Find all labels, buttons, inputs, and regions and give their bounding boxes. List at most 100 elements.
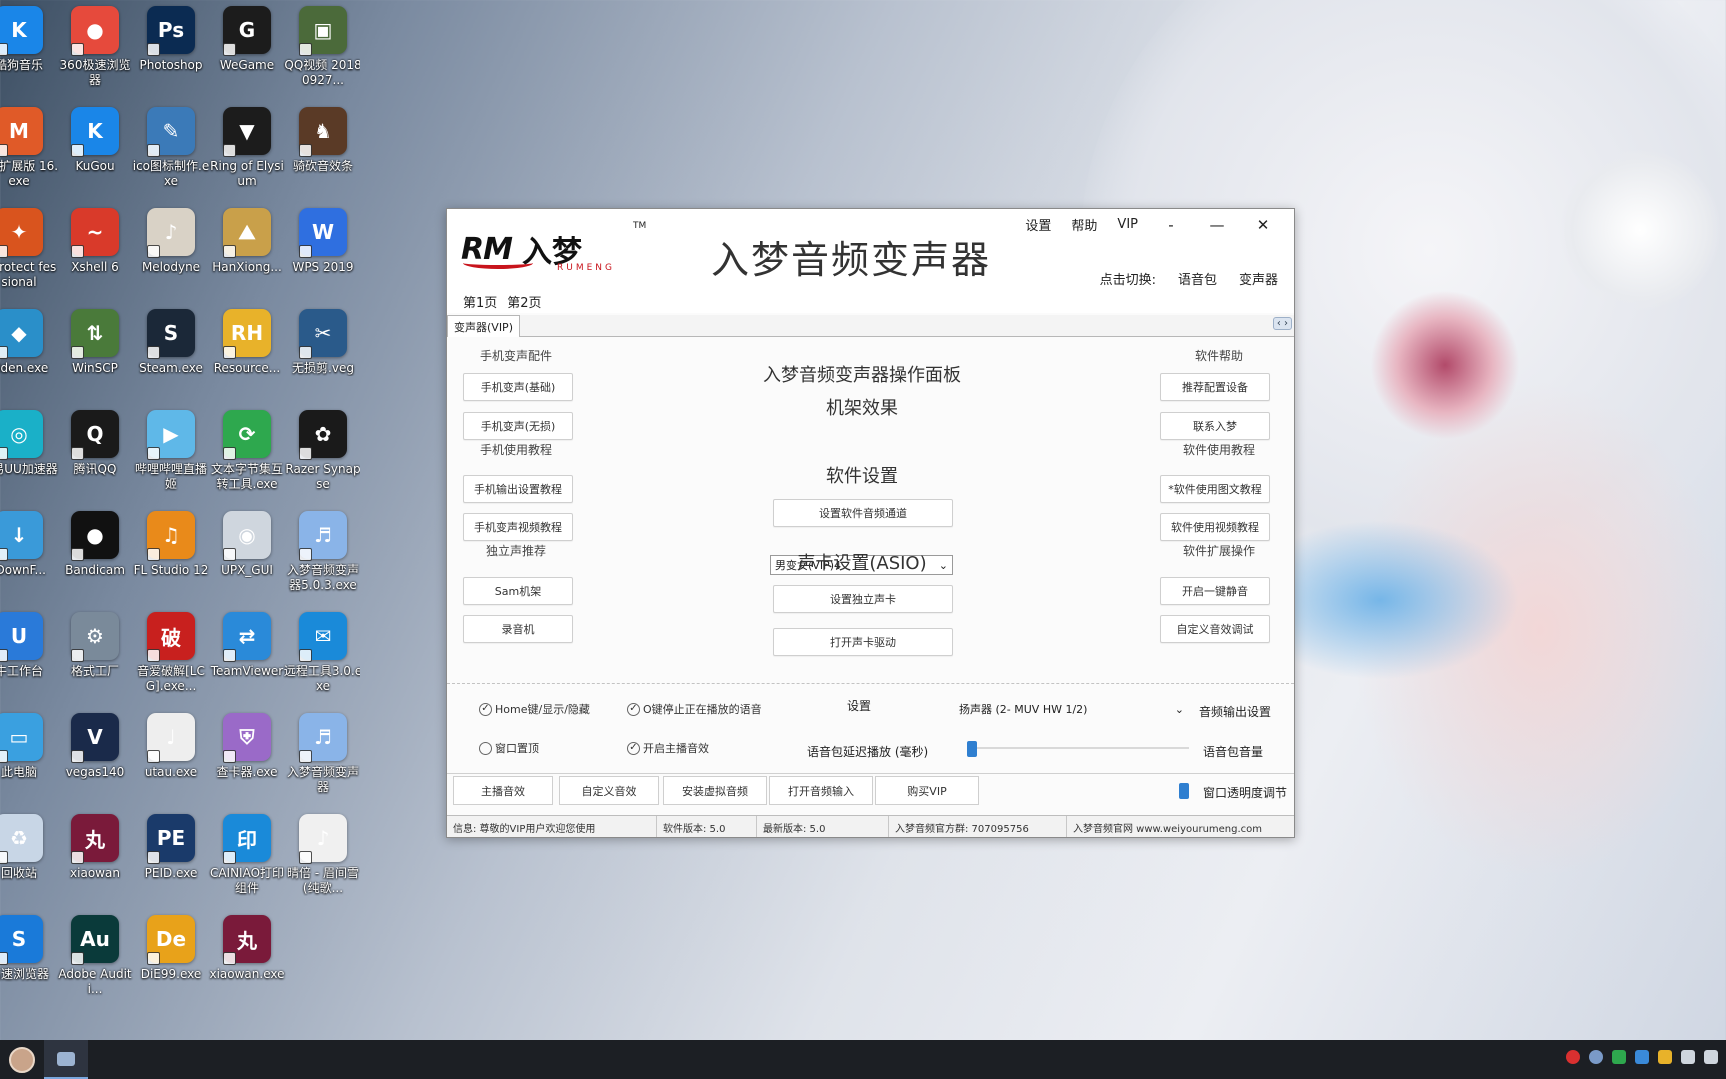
desktop-icon[interactable]: 丸 xiaowan (57, 814, 133, 881)
delay-slider[interactable] (967, 741, 1189, 757)
text-tutorial-button[interactable]: *软件使用图文教程 (1160, 475, 1270, 503)
collapse-button[interactable]: - (1148, 214, 1194, 236)
desktop-icon[interactable]: ⟳ 文本字节集互转工具.exe (209, 410, 285, 492)
desktop-icon[interactable]: S 高速浏览器 (0, 915, 57, 982)
anchor-effect-checkbox[interactable]: ✓ 开启主播音效 (627, 740, 709, 756)
open-audio-input-button[interactable]: 打开音频输入 (769, 776, 873, 805)
desktop-icon[interactable]: ⛰ HanXiong... (209, 208, 285, 275)
desktop-icon[interactable]: ⚙ 格式工厂 (57, 612, 133, 679)
page-1[interactable]: 第1页 (463, 292, 497, 311)
desktop-icon[interactable]: ⇅ WinSCP (57, 309, 133, 376)
status-website[interactable]: 入梦音频官网 www.weiyourumeng.com (1067, 816, 1294, 837)
desktop-icon[interactable]: ✎ ico图标制作.exe (133, 107, 209, 189)
desktop-icon[interactable]: ● Bandicam (57, 511, 133, 578)
desktop-icon[interactable]: 印 CAINIAO打印组件 (209, 814, 285, 896)
desktop-icon[interactable]: S Steam.exe (133, 309, 209, 376)
desktop-icon[interactable]: ▣ QQ视频 20180927... (284, 6, 360, 88)
desktop-icon[interactable]: ♪ 晴倍 - 眉间雪 (纯歌... (285, 814, 360, 896)
desktop-icon[interactable]: ◉ UPX_GUI (209, 511, 285, 578)
topmost-checkbox[interactable]: 窗口置顶 (479, 740, 539, 756)
desktop-icon[interactable]: K 酷狗音乐 (0, 6, 57, 73)
app-tray-icon[interactable] (1589, 1050, 1603, 1064)
qq-tray-icon[interactable] (1658, 1050, 1672, 1064)
shield-icon[interactable] (1635, 1050, 1649, 1064)
desktop-icon[interactable]: Au Adobe Auditi... (57, 915, 133, 997)
desktop-icon[interactable]: ↓ IDownF... (0, 511, 57, 578)
desktop-icon[interactable]: ♞ 骑砍音效条 (285, 107, 360, 174)
green-tray-icon[interactable] (1612, 1050, 1626, 1064)
install-virtual-audio-button[interactable]: 安装虚拟音频 (663, 776, 767, 805)
desktop-icon[interactable]: 破音爱破解[LCG].exe... (133, 612, 209, 694)
phone-video-tutorial-button[interactable]: 手机变声视频教程 (463, 513, 573, 541)
start-button[interactable] (0, 1040, 44, 1079)
custom-effect-button[interactable]: 自定义音效 (559, 776, 659, 805)
recorder-button[interactable]: 录音机 (463, 615, 573, 643)
menu-settings[interactable]: 设置 (1015, 213, 1061, 236)
nav-voicepack[interactable]: 语音包 (1178, 269, 1217, 288)
desktop-icon[interactable]: ⛨ 查卡器.exe (209, 713, 285, 780)
desktop-icon[interactable]: ✿ Razer Synapse (285, 410, 360, 492)
desktop-icon[interactable]: K KuGou (57, 107, 133, 174)
desktop-icon[interactable]: W WPS 2019 (285, 208, 360, 275)
sam-rack-button[interactable]: Sam机架 (463, 577, 573, 605)
desktop-icon-label: CAINIAO打印组件 (209, 866, 285, 895)
phone-basic-button[interactable]: 手机变声(基础) (463, 373, 573, 401)
desktop-icon[interactable]: ♪ Melodyne (133, 208, 209, 275)
desktop-icon[interactable]: U 牛工作台 (0, 612, 57, 679)
tab-changer-vip[interactable]: 变声器(VIP) (447, 315, 520, 337)
o-key-checkbox[interactable]: ✓ O键停止正在播放的语音 (627, 701, 762, 717)
desktop-icon[interactable]: ▭ 此电脑 (0, 713, 57, 780)
speaker-select[interactable]: 扬声器 (2- MUV HW 1/2) ⌄ (955, 699, 1188, 719)
buy-vip-button[interactable]: 购买VIP (875, 776, 979, 805)
desktop-icon[interactable]: ✦MProtect fessional (0, 208, 57, 290)
desktop-icon[interactable]: ◆ elden.exe (0, 309, 57, 376)
desktop-icon[interactable]: ✉ 远程工具3.0.exe (284, 612, 360, 694)
desktop-icon[interactable]: G WeGame (209, 6, 285, 73)
desktop-icon[interactable]: De DiE99.exe (133, 915, 209, 982)
desktop-icon[interactable]: ♩ utau.exe (133, 713, 209, 780)
audio-channel-button[interactable]: 设置软件音频通道 (773, 499, 953, 527)
desktop-icon[interactable]: ⇄ TeamViewer (209, 612, 285, 679)
volume-icon[interactable] (1704, 1050, 1718, 1064)
desktop-icon[interactable]: ~ Xshell 6 (57, 208, 133, 275)
desktop-icon[interactable]: ♬ 入梦音频变声器5.0.3.exe (285, 511, 360, 593)
desktop-icon[interactable]: ▼ Ring of Elysium (209, 107, 285, 189)
nav-changer[interactable]: 变声器 (1239, 269, 1278, 288)
desktop-icon[interactable]: PE PEID.exe (133, 814, 209, 881)
desktop-icon[interactable]: ✂ 无损剪.veg (285, 309, 360, 376)
soundcard-button[interactable]: 设置独立声卡 (773, 585, 953, 613)
desktop-icon[interactable]: ◎ 网易UU加速器 (0, 410, 58, 477)
anchor-effect-button[interactable]: 主播音效 (453, 776, 553, 805)
slider-thumb[interactable] (967, 741, 977, 757)
recommended-device-button[interactable]: 推荐配置设备 (1160, 373, 1270, 401)
close-button[interactable]: ✕ (1240, 214, 1286, 236)
desktop-icon[interactable]: Mmp扩展版 16.exe (0, 107, 58, 189)
open-driver-button[interactable]: 打开声卡驱动 (773, 628, 953, 656)
desktop-icon[interactable]: Ps Photoshop (133, 6, 209, 73)
desktop-icon[interactable]: ♬ 入梦音频变声器 (285, 713, 360, 795)
desktop-icon[interactable]: 丸 xiaowan.exe (209, 915, 285, 982)
desktop-icon[interactable]: ♫ FL Studio 12 (133, 511, 209, 578)
network-icon[interactable] (1681, 1050, 1695, 1064)
contact-button[interactable]: 联系入梦 (1160, 412, 1270, 440)
desktop-icon[interactable]: Vvegas140 (57, 713, 133, 780)
tab-scroll-arrows[interactable]: ‹ › (1272, 317, 1292, 330)
desktop-icon[interactable]: ▶ 哔哩哔哩直播姬 (133, 410, 209, 492)
desktop-icon[interactable]: ♻ 回收站 (0, 814, 57, 881)
menu-help[interactable]: 帮助 (1061, 213, 1107, 236)
desktop-icon[interactable]: RH Resource... (209, 309, 285, 376)
mute-button[interactable]: 开启一键静音 (1160, 577, 1270, 605)
desktop-icon[interactable]: Q 腾讯QQ (57, 410, 133, 477)
custom-effect-debug-button[interactable]: 自定义音效调试 (1160, 615, 1270, 643)
menu-vip[interactable]: VIP (1107, 215, 1148, 234)
desktop-icon[interactable]: ● 360极速浏览器 (57, 6, 133, 88)
page-2[interactable]: 第2页 (507, 292, 541, 311)
minimize-button[interactable]: — (1194, 214, 1240, 236)
record-icon[interactable] (1566, 1050, 1580, 1064)
phone-lossless-button[interactable]: 手机变声(无损) (463, 412, 573, 440)
transparency-slider-thumb[interactable] (1179, 783, 1189, 799)
home-key-checkbox[interactable]: ✓ Home键/显示/隐藏 (479, 701, 590, 717)
taskbar-app-voice-changer[interactable] (44, 1040, 88, 1079)
video-tutorial-button[interactable]: 软件使用视频教程 (1160, 513, 1270, 541)
phone-output-tutorial-button[interactable]: 手机输出设置教程 (463, 475, 573, 503)
